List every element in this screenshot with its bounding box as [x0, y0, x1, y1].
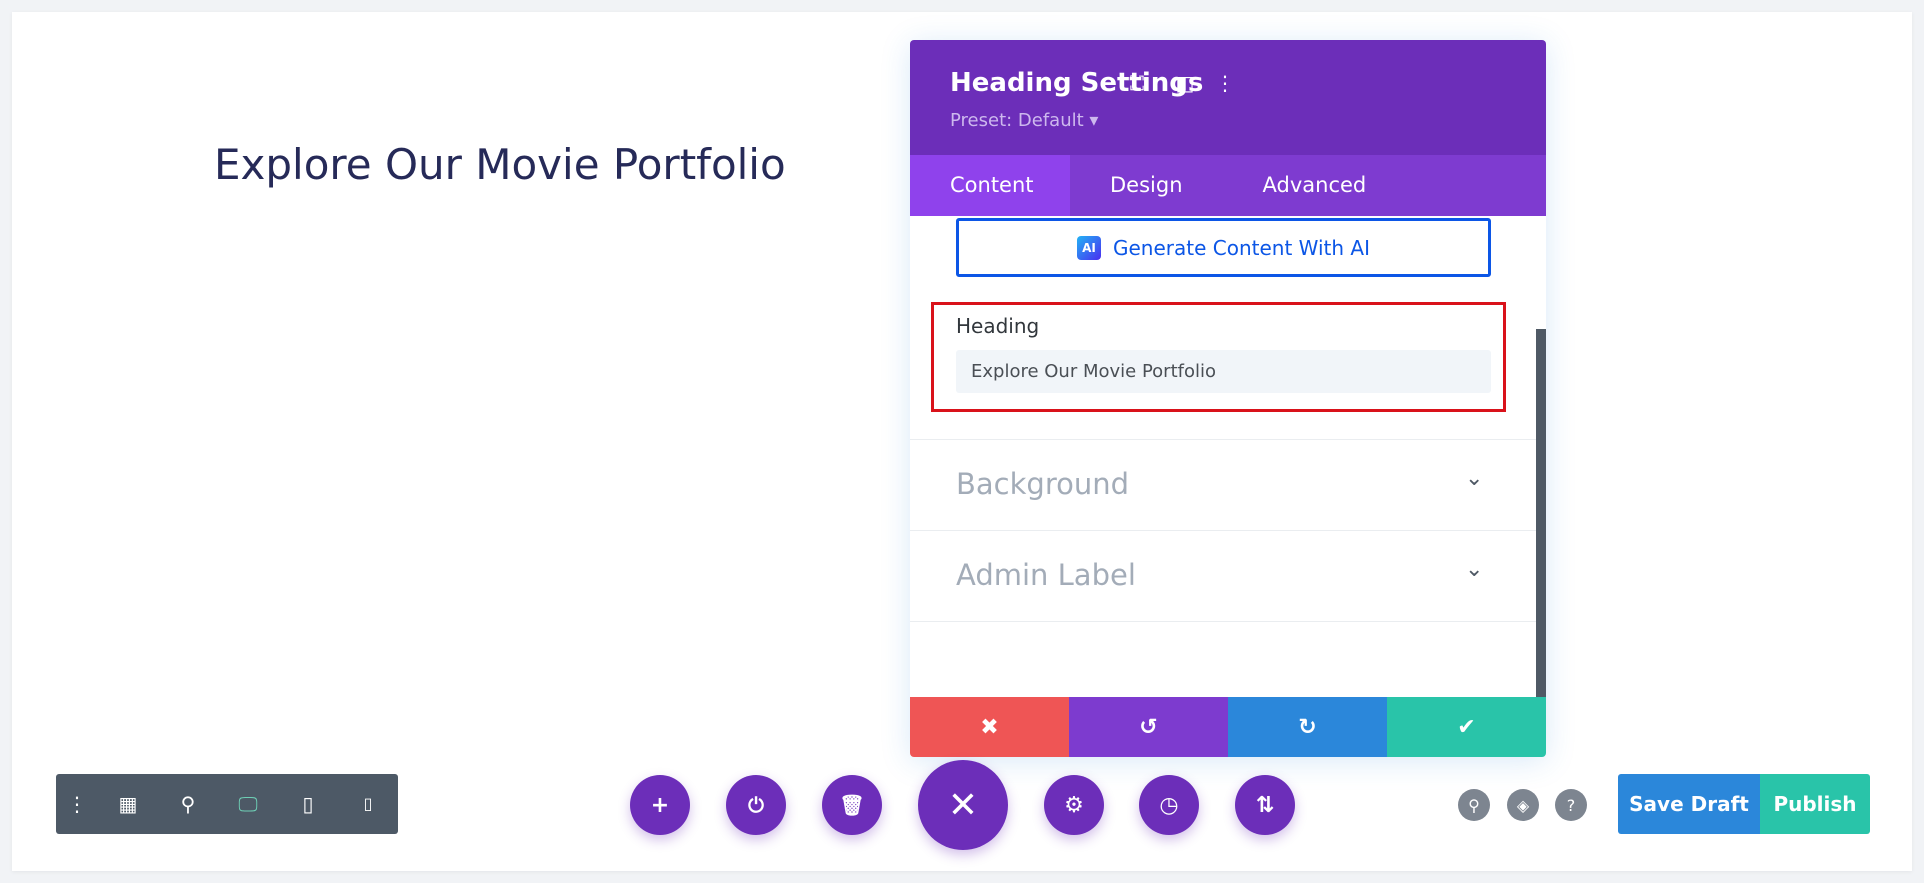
- gear-icon: ⚙: [1064, 792, 1084, 818]
- save-button[interactable]: ✔: [1387, 697, 1546, 757]
- clock-icon: ◷: [1159, 792, 1179, 818]
- view-toolbar: ⋮ ▦ ⚲ 🖵 ▯ ▯: [56, 774, 398, 834]
- history-button[interactable]: ◷: [1139, 775, 1199, 835]
- heading-settings-panel: Heading Settings Preset: Default ▾ ⛶ ◧ ⋮…: [910, 40, 1546, 757]
- layers-button[interactable]: ◈: [1507, 789, 1539, 821]
- panel-header: Heading Settings Preset: Default ▾ ⛶ ◧ ⋮: [910, 40, 1546, 155]
- tablet-icon[interactable]: ▯: [293, 789, 323, 819]
- redo-button[interactable]: ↻: [1228, 697, 1387, 757]
- close-icon: ✖: [980, 714, 999, 740]
- fullscreen-icon[interactable]: ⛶: [1124, 70, 1150, 96]
- heading-label: Heading: [956, 314, 1040, 338]
- portability-button[interactable]: ⇅: [1235, 775, 1295, 835]
- section-label: Background: [956, 467, 1130, 501]
- tab-content[interactable]: Content: [910, 155, 1070, 216]
- help-button[interactable]: ?: [1555, 789, 1587, 821]
- panel-title: Heading Settings: [950, 68, 1204, 98]
- disable-button[interactable]: ⏻: [726, 775, 786, 835]
- search-button[interactable]: ⚲: [1458, 789, 1490, 821]
- publish-button[interactable]: Publish: [1760, 774, 1870, 834]
- help-icon: ?: [1566, 795, 1576, 815]
- divider: [910, 621, 1536, 622]
- scrollbar[interactable]: [1536, 329, 1546, 697]
- preset-dropdown[interactable]: Preset: Default ▾: [950, 110, 1098, 131]
- panel-footer: ✖ ↺ ↻ ✔: [910, 697, 1546, 757]
- close-icon: ✕: [947, 784, 979, 826]
- tab-advanced[interactable]: Advanced: [1223, 155, 1407, 216]
- layers-icon: ◈: [1516, 795, 1530, 815]
- chevron-down-icon: ⌄: [1465, 466, 1484, 491]
- ai-icon: AI: [1076, 235, 1101, 260]
- page-heading[interactable]: Explore Our Movie Portfolio: [214, 140, 786, 189]
- cancel-button[interactable]: ✖: [910, 697, 1069, 757]
- search-icon: ⚲: [1468, 795, 1480, 815]
- section-label: Admin Label: [956, 558, 1136, 592]
- panel-tabs: Content Design Advanced: [910, 155, 1546, 216]
- undo-icon: ↺: [1139, 714, 1158, 740]
- desktop-icon[interactable]: 🖵: [233, 789, 263, 819]
- chevron-down-icon: ⌄: [1465, 557, 1484, 582]
- check-icon: ✔: [1457, 714, 1476, 740]
- save-draft-button[interactable]: Save Draft: [1618, 774, 1760, 834]
- heading-input[interactable]: [956, 350, 1491, 393]
- settings-button[interactable]: ⚙: [1044, 775, 1104, 835]
- zoom-icon[interactable]: ⚲: [173, 789, 203, 819]
- undo-button[interactable]: ↺: [1069, 697, 1228, 757]
- phone-icon[interactable]: ▯: [353, 789, 383, 819]
- delete-button[interactable]: 🗑: [822, 775, 882, 835]
- tab-design[interactable]: Design: [1070, 155, 1223, 216]
- more-options-icon[interactable]: ⋮: [1212, 70, 1238, 96]
- wireframe-icon[interactable]: ▦: [113, 789, 143, 819]
- trash-icon: 🗑: [839, 793, 865, 817]
- sidebar-layout-icon[interactable]: ◧: [1172, 70, 1198, 96]
- section-admin-label[interactable]: Admin Label ⌄: [910, 530, 1536, 621]
- redo-icon: ↻: [1298, 714, 1317, 740]
- close-builder-button[interactable]: ✕: [918, 760, 1008, 850]
- section-background[interactable]: Background ⌄: [910, 439, 1536, 530]
- generate-ai-button[interactable]: AI Generate Content With AI: [956, 218, 1491, 277]
- plus-icon: +: [650, 792, 670, 818]
- add-button[interactable]: +: [630, 775, 690, 835]
- generate-ai-label: Generate Content With AI: [1112, 235, 1370, 260]
- more-icon[interactable]: ⋮: [62, 789, 92, 819]
- sort-arrows-icon: ⇅: [1255, 792, 1275, 818]
- power-icon: ⏻: [748, 793, 764, 817]
